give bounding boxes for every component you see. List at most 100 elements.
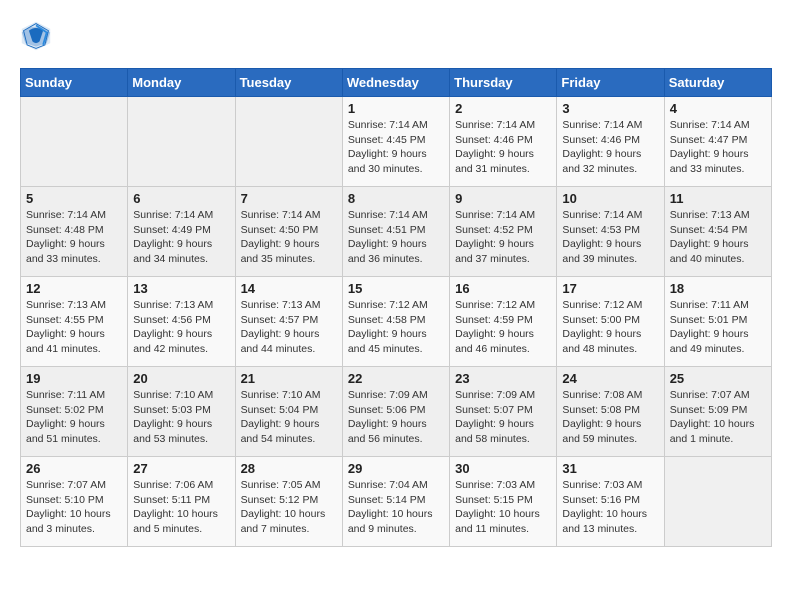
day-info: Sunrise: 7:08 AM Sunset: 5:08 PM Dayligh… (562, 388, 658, 447)
day-info: Sunrise: 7:04 AM Sunset: 5:14 PM Dayligh… (348, 478, 444, 537)
calendar-day-cell: 4 Sunrise: 7:14 AM Sunset: 4:47 PM Daylig… (664, 97, 771, 187)
calendar-day-cell: 10 Sunrise: 7:14 AM Sunset: 4:53 PM Dayli… (557, 187, 664, 277)
day-number: 4 (670, 101, 766, 116)
day-number: 23 (455, 371, 551, 386)
calendar-day-cell: 17Sunrise: 7:12 AM Sunset: 5:00 PM Dayli… (557, 277, 664, 367)
calendar-day-cell: 11Sunrise: 7:13 AM Sunset: 4:54 PM Dayli… (664, 187, 771, 277)
calendar-week-row: 1 Sunrise: 7:14 AM Sunset: 4:45 PM Daylig… (21, 97, 772, 187)
day-number: 7 (241, 191, 337, 206)
day-of-week-header: Monday (128, 69, 235, 97)
day-info: Sunrise: 7:06 AM Sunset: 5:11 PM Dayligh… (133, 478, 229, 537)
day-number: 5 (26, 191, 122, 206)
calendar-day-cell: 30 Sunrise: 7:03 AM Sunset: 5:15 PM Dayli… (450, 457, 557, 547)
day-number: 28 (241, 461, 337, 476)
calendar-day-cell: 3 Sunrise: 7:14 AM Sunset: 4:46 PM Daylig… (557, 97, 664, 187)
day-number: 27 (133, 461, 229, 476)
calendar-day-cell: 31 Sunrise: 7:03 AM Sunset: 5:16 PM Dayli… (557, 457, 664, 547)
calendar-day-cell: 1 Sunrise: 7:14 AM Sunset: 4:45 PM Daylig… (342, 97, 449, 187)
day-number: 16 (455, 281, 551, 296)
calendar-day-cell: 19 Sunrise: 7:11 AM Sunset: 5:02 PM Dayli… (21, 367, 128, 457)
day-of-week-header: Thursday (450, 69, 557, 97)
calendar-header-row: SundayMondayTuesdayWednesdayThursdayFrid… (21, 69, 772, 97)
logo-icon (20, 20, 52, 52)
calendar-week-row: 5 Sunrise: 7:14 AM Sunset: 4:48 PM Daylig… (21, 187, 772, 277)
day-number: 2 (455, 101, 551, 116)
day-number: 10 (562, 191, 658, 206)
calendar-day-cell: 16 Sunrise: 7:12 AM Sunset: 4:59 PM Dayli… (450, 277, 557, 367)
day-number: 26 (26, 461, 122, 476)
day-of-week-header: Wednesday (342, 69, 449, 97)
day-number: 18 (670, 281, 766, 296)
calendar-day-cell: 6 Sunrise: 7:14 AM Sunset: 4:49 PM Daylig… (128, 187, 235, 277)
day-info: Sunrise: 7:07 AM Sunset: 5:10 PM Dayligh… (26, 478, 122, 537)
day-info: Sunrise: 7:09 AM Sunset: 5:07 PM Dayligh… (455, 388, 551, 447)
day-info: Sunrise: 7:03 AM Sunset: 5:16 PM Dayligh… (562, 478, 658, 537)
day-number: 9 (455, 191, 551, 206)
day-of-week-header: Friday (557, 69, 664, 97)
day-number: 25 (670, 371, 766, 386)
empty-day-cell (664, 457, 771, 547)
calendar-day-cell: 7 Sunrise: 7:14 AM Sunset: 4:50 PM Daylig… (235, 187, 342, 277)
calendar-day-cell: 22 Sunrise: 7:09 AM Sunset: 5:06 PM Dayli… (342, 367, 449, 457)
day-number: 15 (348, 281, 444, 296)
day-of-week-header: Sunday (21, 69, 128, 97)
day-info: Sunrise: 7:14 AM Sunset: 4:52 PM Dayligh… (455, 208, 551, 267)
day-info: Sunrise: 7:14 AM Sunset: 4:45 PM Dayligh… (348, 118, 444, 177)
calendar-day-cell: 26 Sunrise: 7:07 AM Sunset: 5:10 PM Dayli… (21, 457, 128, 547)
day-info: Sunrise: 7:05 AM Sunset: 5:12 PM Dayligh… (241, 478, 337, 537)
day-number: 22 (348, 371, 444, 386)
calendar-day-cell: 18 Sunrise: 7:11 AM Sunset: 5:01 PM Dayli… (664, 277, 771, 367)
empty-day-cell (21, 97, 128, 187)
day-info: Sunrise: 7:13 AM Sunset: 4:56 PM Dayligh… (133, 298, 229, 357)
calendar-day-cell: 8Sunrise: 7:14 AM Sunset: 4:51 PM Daylig… (342, 187, 449, 277)
day-info: Sunrise: 7:14 AM Sunset: 4:53 PM Dayligh… (562, 208, 658, 267)
calendar-week-row: 19 Sunrise: 7:11 AM Sunset: 5:02 PM Dayli… (21, 367, 772, 457)
day-info: Sunrise: 7:14 AM Sunset: 4:46 PM Dayligh… (562, 118, 658, 177)
day-number: 17 (562, 281, 658, 296)
day-info: Sunrise: 7:09 AM Sunset: 5:06 PM Dayligh… (348, 388, 444, 447)
day-info: Sunrise: 7:14 AM Sunset: 4:46 PM Dayligh… (455, 118, 551, 177)
day-number: 20 (133, 371, 229, 386)
calendar-day-cell: 2 Sunrise: 7:14 AM Sunset: 4:46 PM Daylig… (450, 97, 557, 187)
day-number: 30 (455, 461, 551, 476)
day-info: Sunrise: 7:14 AM Sunset: 4:48 PM Dayligh… (26, 208, 122, 267)
calendar-day-cell: 9 Sunrise: 7:14 AM Sunset: 4:52 PM Daylig… (450, 187, 557, 277)
calendar-day-cell: 27 Sunrise: 7:06 AM Sunset: 5:11 PM Dayli… (128, 457, 235, 547)
day-number: 21 (241, 371, 337, 386)
calendar-week-row: 12Sunrise: 7:13 AM Sunset: 4:55 PM Dayli… (21, 277, 772, 367)
day-number: 11 (670, 191, 766, 206)
day-info: Sunrise: 7:14 AM Sunset: 4:50 PM Dayligh… (241, 208, 337, 267)
day-number: 3 (562, 101, 658, 116)
logo (20, 20, 56, 52)
calendar-day-cell: 20 Sunrise: 7:10 AM Sunset: 5:03 PM Dayli… (128, 367, 235, 457)
empty-day-cell (235, 97, 342, 187)
day-info: Sunrise: 7:11 AM Sunset: 5:02 PM Dayligh… (26, 388, 122, 447)
calendar-day-cell: 28 Sunrise: 7:05 AM Sunset: 5:12 PM Dayli… (235, 457, 342, 547)
day-number: 31 (562, 461, 658, 476)
day-number: 8 (348, 191, 444, 206)
day-number: 6 (133, 191, 229, 206)
day-number: 29 (348, 461, 444, 476)
day-info: Sunrise: 7:10 AM Sunset: 5:03 PM Dayligh… (133, 388, 229, 447)
day-info: Sunrise: 7:13 AM Sunset: 4:57 PM Dayligh… (241, 298, 337, 357)
calendar-day-cell: 13 Sunrise: 7:13 AM Sunset: 4:56 PM Dayli… (128, 277, 235, 367)
calendar-day-cell: 21 Sunrise: 7:10 AM Sunset: 5:04 PM Dayli… (235, 367, 342, 457)
calendar-day-cell: 24 Sunrise: 7:08 AM Sunset: 5:08 PM Dayli… (557, 367, 664, 457)
day-number: 13 (133, 281, 229, 296)
day-info: Sunrise: 7:14 AM Sunset: 4:49 PM Dayligh… (133, 208, 229, 267)
day-info: Sunrise: 7:14 AM Sunset: 4:47 PM Dayligh… (670, 118, 766, 177)
day-number: 1 (348, 101, 444, 116)
day-info: Sunrise: 7:12 AM Sunset: 4:59 PM Dayligh… (455, 298, 551, 357)
calendar-day-cell: 29 Sunrise: 7:04 AM Sunset: 5:14 PM Dayli… (342, 457, 449, 547)
calendar-day-cell: 5 Sunrise: 7:14 AM Sunset: 4:48 PM Daylig… (21, 187, 128, 277)
day-number: 24 (562, 371, 658, 386)
calendar-day-cell: 15Sunrise: 7:12 AM Sunset: 4:58 PM Dayli… (342, 277, 449, 367)
calendar-day-cell: 23 Sunrise: 7:09 AM Sunset: 5:07 PM Dayli… (450, 367, 557, 457)
day-info: Sunrise: 7:10 AM Sunset: 5:04 PM Dayligh… (241, 388, 337, 447)
calendar-table: SundayMondayTuesdayWednesdayThursdayFrid… (20, 68, 772, 547)
day-number: 19 (26, 371, 122, 386)
day-info: Sunrise: 7:07 AM Sunset: 5:09 PM Dayligh… (670, 388, 766, 447)
calendar-day-cell: 14Sunrise: 7:13 AM Sunset: 4:57 PM Dayli… (235, 277, 342, 367)
day-info: Sunrise: 7:11 AM Sunset: 5:01 PM Dayligh… (670, 298, 766, 357)
day-info: Sunrise: 7:03 AM Sunset: 5:15 PM Dayligh… (455, 478, 551, 537)
